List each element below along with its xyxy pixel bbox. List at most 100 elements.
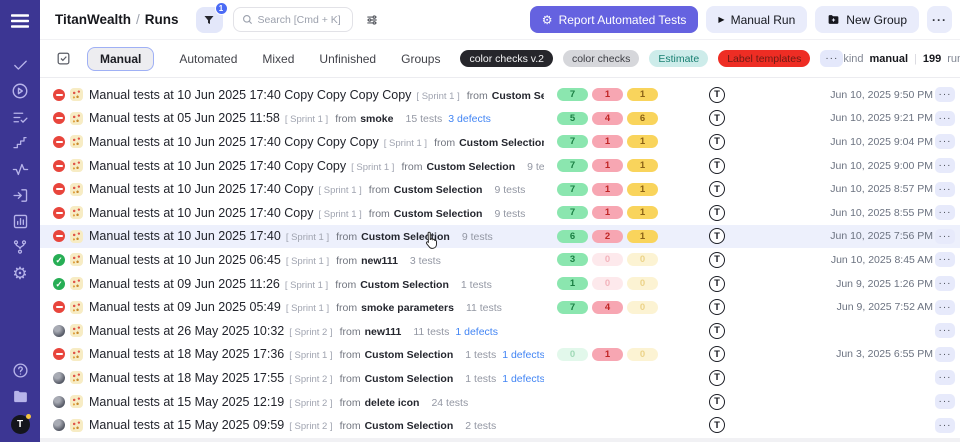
breadcrumb-separator: /	[136, 12, 140, 27]
table-row[interactable]: Manual tests at 09 Jun 2025 05:49 [ Spri…	[40, 295, 960, 319]
run-author-avatar: T	[709, 417, 725, 433]
run-title[interactable]: Manual tests at 10 Jun 2025 17:40 Copy C…	[89, 135, 379, 149]
tag-color-checks[interactable]: color checks	[563, 50, 639, 67]
gear-icon[interactable]: ⚙	[0, 260, 40, 286]
help-icon[interactable]	[0, 357, 40, 383]
table-row[interactable]: Manual tests at 10 Jun 2025 17:40 Copy C…	[40, 83, 960, 107]
breadcrumb-project[interactable]: TitanWealth	[55, 12, 131, 27]
row-more-button[interactable]: ···	[935, 418, 955, 433]
table-row[interactable]: Manual tests at 10 Jun 2025 17:40 Copy […	[40, 201, 960, 225]
filter-button[interactable]: 1	[196, 7, 223, 33]
folder-icon[interactable]	[0, 383, 40, 409]
tab-automated[interactable]: Automated	[179, 52, 237, 66]
run-title[interactable]: Manual tests at 10 Jun 2025 17:40 Copy C…	[89, 88, 411, 102]
run-title[interactable]: Manual tests at 15 May 2025 09:59	[89, 418, 284, 432]
activity-icon[interactable]	[0, 156, 40, 182]
table-row[interactable]: Manual tests at 10 Jun 2025 17:40 Copy […	[40, 177, 960, 201]
run-author-avatar: T	[709, 134, 725, 150]
row-more-button[interactable]: ···	[935, 205, 955, 220]
run-title[interactable]: Manual tests at 10 Jun 2025 06:45	[89, 253, 281, 267]
row-more-button[interactable]: ···	[935, 276, 955, 291]
run-defects-link[interactable]: 1 defects	[502, 373, 544, 385]
table-row[interactable]: Manual tests at 05 Jun 2025 11:58 [ Spri…	[40, 107, 960, 131]
run-title[interactable]: Manual tests at 10 Jun 2025 17:40 Copy C…	[89, 159, 346, 173]
row-more-button[interactable]: ···	[935, 347, 955, 362]
tab-groups[interactable]: Groups	[401, 52, 440, 66]
table-row[interactable]: Manual tests at 15 May 2025 12:19 [ Spri…	[40, 390, 960, 414]
run-source: Custom Selection	[426, 161, 515, 173]
report-automated-tests-button[interactable]: ⚙ Report Automated Tests	[530, 6, 699, 33]
meta-divider: |	[914, 53, 917, 65]
row-more-button[interactable]: ···	[935, 394, 955, 409]
table-row[interactable]: Manual tests at 26 May 2025 10:32 [ Spri…	[40, 319, 960, 343]
table-row[interactable]: Manual tests at 15 May 2025 09:59 [ Spri…	[40, 413, 960, 437]
user-avatar[interactable]: T	[11, 415, 30, 434]
table-row[interactable]: Manual tests at 18 May 2025 17:55 [ Spri…	[40, 366, 960, 390]
bar-chart-icon[interactable]	[0, 208, 40, 234]
row-more-button[interactable]: ···	[935, 182, 955, 197]
tags-more-button[interactable]: ···	[820, 50, 843, 67]
top-header: TitanWealth / Runs 1 Search [Cmd + K] ⚙ …	[40, 0, 960, 40]
tab-manual[interactable]: Manual	[87, 47, 154, 71]
run-sprint: [ Sprint 1 ]	[286, 232, 329, 243]
run-title[interactable]: Manual tests at 26 May 2025 10:32	[89, 324, 284, 338]
run-status-icon	[53, 325, 65, 337]
row-more-button[interactable]: ···	[935, 111, 955, 126]
row-more-button[interactable]: ···	[935, 370, 955, 385]
run-status-icon	[53, 207, 65, 219]
tab-mixed[interactable]: Mixed	[262, 52, 294, 66]
tab-unfinished[interactable]: Unfinished	[319, 52, 376, 66]
list-check-icon[interactable]	[0, 104, 40, 130]
run-title[interactable]: Manual tests at 09 Jun 2025 11:26	[89, 277, 280, 291]
row-more-button[interactable]: ···	[935, 87, 955, 102]
run-finish-time: Jun 10, 2025 8:57 PM	[830, 183, 933, 195]
new-group-button[interactable]: New Group	[815, 6, 919, 33]
row-more-button[interactable]: ···	[935, 323, 955, 338]
run-from-label: from	[336, 231, 357, 243]
table-row[interactable]: Manual tests at 10 Jun 2025 06:45 [ Spri…	[40, 248, 960, 272]
inbox-in-icon[interactable]	[0, 182, 40, 208]
adjustments-icon[interactable]	[365, 13, 379, 27]
play-circle-icon[interactable]	[0, 78, 40, 104]
row-more-button[interactable]: ···	[935, 158, 955, 173]
run-tests-count: 1 tests	[461, 279, 492, 291]
manual-run-button[interactable]: ▶ Manual Run	[706, 6, 807, 33]
steps-icon[interactable]	[0, 130, 40, 156]
check-icon[interactable]	[0, 52, 40, 78]
tag-label-templates[interactable]: Label templates	[718, 50, 810, 67]
run-tests-count: 3 tests	[410, 255, 441, 267]
run-title[interactable]: Manual tests at 10 Jun 2025 17:40 Copy	[89, 206, 313, 220]
table-row[interactable]: Manual tests at 10 Jun 2025 17:40 [ Spri…	[40, 225, 960, 249]
run-defects-link[interactable]: 3 defects	[448, 113, 491, 125]
run-title[interactable]: Manual tests at 10 Jun 2025 17:40 Copy	[89, 182, 313, 196]
runs-table: Manual tests at 10 Jun 2025 17:40 Copy C…	[40, 78, 960, 437]
run-title[interactable]: Manual tests at 10 Jun 2025 17:40	[89, 229, 281, 243]
result-pill-green: 7	[557, 301, 588, 314]
run-title[interactable]: Manual tests at 09 Jun 2025 05:49	[89, 300, 281, 314]
table-row[interactable]: Manual tests at 18 May 2025 17:36 [ Spri…	[40, 343, 960, 367]
header-more-button[interactable]: ···	[927, 6, 952, 33]
environment-emoji-icon	[70, 324, 83, 337]
run-title[interactable]: Manual tests at 18 May 2025 17:55	[89, 371, 284, 385]
run-defects-link[interactable]: 1 defects	[502, 349, 544, 361]
search-input[interactable]: Search [Cmd + K]	[233, 7, 353, 32]
run-author-avatar: T	[709, 370, 725, 386]
tag-estimate[interactable]: Estimate	[649, 50, 708, 67]
table-row[interactable]: Manual tests at 10 Jun 2025 17:40 Copy C…	[40, 130, 960, 154]
row-more-button[interactable]: ···	[935, 300, 955, 315]
run-defects-link[interactable]: 1 defects	[455, 326, 498, 338]
run-title[interactable]: Manual tests at 18 May 2025 17:36	[89, 347, 284, 361]
table-row[interactable]: Manual tests at 09 Jun 2025 11:26 [ Spri…	[40, 272, 960, 296]
table-row[interactable]: Manual tests at 10 Jun 2025 17:40 Copy C…	[40, 154, 960, 178]
environment-emoji-icon	[70, 88, 83, 101]
result-meta: kind manual | 199 runs found ↻ Reset	[843, 46, 960, 71]
menu-icon[interactable]	[0, 8, 40, 34]
branch-icon[interactable]	[0, 234, 40, 260]
select-all-icon[interactable]	[56, 51, 71, 66]
run-title[interactable]: Manual tests at 05 Jun 2025 11:58	[89, 111, 280, 125]
row-more-button[interactable]: ···	[935, 252, 955, 267]
run-title[interactable]: Manual tests at 15 May 2025 12:19	[89, 395, 284, 409]
row-more-button[interactable]: ···	[935, 134, 955, 149]
tag-color-checks-v2[interactable]: color checks v.2	[460, 50, 553, 67]
row-more-button[interactable]: ···	[935, 229, 955, 244]
